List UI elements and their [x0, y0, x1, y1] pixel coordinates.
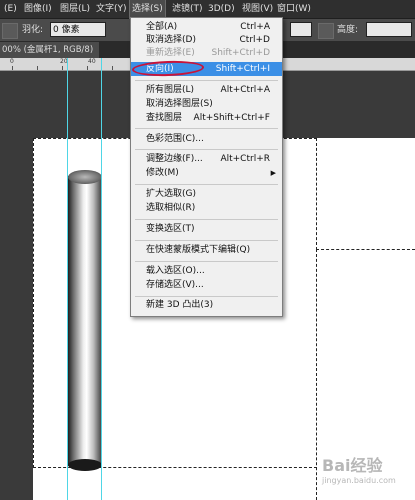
submenu-arrow-icon: ▶ [270, 169, 276, 177]
ruler-tick [112, 66, 113, 70]
item-label: 调整边缘(F)... [146, 154, 203, 164]
item-label: 在快速蒙版模式下编辑(Q) [146, 245, 251, 255]
menu-item-load-selection[interactable]: 载入选区(O)... [131, 264, 282, 278]
item-label: 载入选区(O)... [146, 266, 205, 276]
menu-window[interactable]: 窗口(W) [275, 0, 313, 18]
menu-item-all-layers[interactable]: 所有图层(L) Alt+Ctrl+A [131, 83, 282, 97]
feather-input[interactable]: 0 像素 [50, 22, 106, 37]
menu-separator [135, 184, 278, 185]
swap-icon[interactable] [318, 23, 334, 39]
menu-separator [135, 149, 278, 150]
selection-marquee-edge [316, 249, 317, 500]
menu-item-quick-mask[interactable]: 在快速蒙版模式下编辑(Q) [131, 243, 282, 257]
height-input[interactable] [366, 22, 412, 37]
item-label: 全部(A) [146, 22, 178, 32]
ruler-label: 40 [88, 58, 96, 65]
menu-select[interactable]: 选择(S) [129, 0, 166, 19]
menu-item-modify[interactable]: 修改(M) ▶ [131, 166, 282, 180]
item-label: 取消选择图层(S) [146, 99, 213, 109]
selection-marquee-edge [316, 249, 415, 250]
menu-item-all[interactable]: 全部(A) Ctrl+A [131, 20, 282, 34]
menu-item-deselect[interactable]: 取消选择(D) Ctrl+D [131, 33, 282, 47]
ruler-label: 0 [10, 58, 14, 65]
item-label: 扩大选取(G) [146, 189, 196, 199]
menu-item-grow[interactable]: 扩大选取(G) [131, 187, 282, 201]
metal-rod-top [68, 170, 102, 184]
height-label: 高度: [337, 25, 359, 35]
ruler-tick [37, 66, 38, 70]
item-shortcut: Ctrl+D [239, 35, 271, 45]
item-shortcut: Alt+Shift+Ctrl+F [193, 113, 270, 123]
selection-marquee-edge [316, 138, 317, 250]
menu-image[interactable]: 图像(I) [22, 0, 54, 18]
menu-separator [135, 80, 278, 81]
menu-view[interactable]: 视图(V) [240, 0, 275, 18]
width-input[interactable] [290, 22, 312, 37]
item-shortcut: Alt+Ctrl+R [220, 154, 270, 164]
menu-item-new-3d-extrusion[interactable]: 新建 3D 凸出(3) [131, 298, 282, 312]
menu-item-find-layers[interactable]: 查找图层 Alt+Shift+Ctrl+F [131, 111, 282, 125]
menu-layer[interactable]: 图层(L) [58, 0, 92, 18]
menu-item-reselect[interactable]: 重新选择(E) Shift+Ctrl+D [131, 46, 282, 60]
item-label: 新建 3D 凸出(3) [146, 300, 214, 310]
menu-item-deselect-layers[interactable]: 取消选择图层(S) [131, 97, 282, 111]
menu-separator [135, 128, 278, 129]
item-shortcut: Ctrl+A [240, 22, 270, 32]
menu-item-save-selection[interactable]: 存储选区(V)... [131, 278, 282, 292]
item-label: 查找图层 [146, 113, 183, 123]
menu-separator [135, 219, 278, 220]
watermark-subtext: jingyan.baidu.com [322, 476, 396, 485]
menu-separator [135, 296, 278, 297]
item-shortcut: Shift+Ctrl+I [215, 64, 270, 74]
guide-line-right[interactable] [101, 58, 102, 500]
item-label: 色彩范围(C)... [146, 134, 204, 144]
watermark-text: Bai经验 [322, 456, 383, 475]
menu-item-refine-edge[interactable]: 调整边缘(F)... Alt+Ctrl+R [131, 152, 282, 166]
menu-separator [135, 261, 278, 262]
menu-type[interactable]: 文字(Y) [94, 0, 129, 18]
selection-mode-icon[interactable] [2, 23, 18, 39]
ruler-tick [87, 66, 88, 70]
item-label: 取消选择(D) [146, 35, 196, 45]
ruler-tick [62, 66, 63, 70]
guide-line-left[interactable] [67, 58, 68, 500]
item-label: 重新选择(E) [146, 48, 195, 58]
item-label: 变换选区(T) [146, 224, 195, 234]
item-shortcut: Shift+Ctrl+D [211, 48, 270, 58]
metal-rod-body [68, 176, 102, 466]
menu-edit[interactable]: (E) [2, 0, 19, 18]
menu-item-transform-selection[interactable]: 变换选区(T) [131, 222, 282, 236]
menu-separator [135, 240, 278, 241]
item-label: 所有图层(L) [146, 85, 195, 95]
document-tab[interactable]: 00% (金属杆1, RGB/8) [0, 42, 100, 58]
item-label: 存储选区(V)... [146, 280, 204, 290]
feather-label: 羽化: [22, 25, 44, 35]
menu-item-similar[interactable]: 选取相似(R) [131, 201, 282, 215]
menu-3d[interactable]: 3D(D) [206, 0, 237, 18]
item-label: 选取相似(R) [146, 203, 196, 213]
metal-rod-bottom [68, 459, 102, 471]
item-label: 修改(M) [146, 168, 179, 178]
menu-filter[interactable]: 滤镜(T) [170, 0, 205, 18]
watermark-logo: Bai经验 jingyan.baidu.com [322, 452, 412, 498]
item-shortcut: Alt+Ctrl+A [220, 85, 270, 95]
ruler-tick [12, 66, 13, 70]
menu-item-color-range[interactable]: 色彩范围(C)... [131, 132, 282, 146]
